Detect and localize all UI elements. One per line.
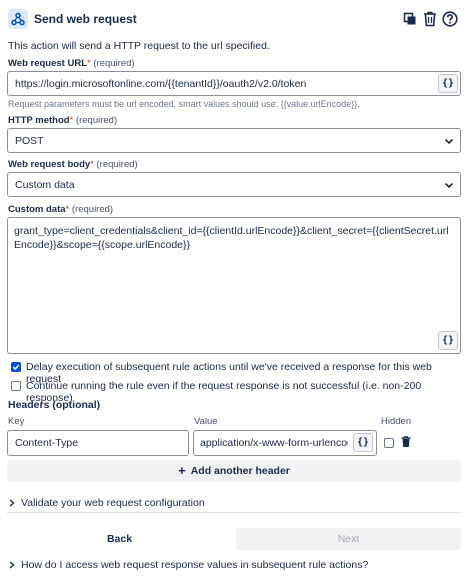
trash-icon[interactable] — [422, 10, 438, 28]
chevron-down-icon — [443, 179, 455, 191]
headers-col-hidden: Hidden — [381, 416, 412, 427]
http-method-select[interactable]: POST — [7, 128, 461, 153]
divider — [7, 512, 461, 513]
help-icon[interactable] — [442, 10, 458, 28]
webhook-logo-icon — [8, 9, 28, 29]
header-value-input[interactable]: application/x-www-form-urlencoded — [193, 430, 377, 456]
validate-configuration-expander[interactable]: Validate your web request configuration — [9, 497, 205, 509]
copy-icon[interactable] — [402, 10, 418, 28]
chevron-down-icon — [443, 135, 455, 147]
header-key-input[interactable]: Content-Type — [7, 430, 189, 456]
custom-data-textarea[interactable]: grant_type=client_credentials&client_id=… — [7, 217, 461, 354]
custom-data-label: Custom data* (required) — [8, 204, 114, 215]
custom-data-smart-value-button[interactable]: {} — [438, 331, 458, 350]
headers-col-key: Key — [8, 416, 25, 427]
add-header-label: Add another header — [190, 465, 290, 477]
back-button[interactable]: Back — [7, 528, 232, 550]
header-smart-value-button[interactable]: {} — [353, 433, 373, 452]
plus-icon: + — [178, 463, 186, 478]
url-input[interactable]: https://login.microsoftonline.com/{{tena… — [7, 71, 461, 96]
chevron-right-icon — [9, 499, 15, 507]
delay-execution-checkbox[interactable] — [11, 362, 21, 372]
continue-running-checkbox[interactable] — [11, 381, 21, 391]
body-field-label: Web request body* (required) — [8, 159, 138, 170]
headers-col-value: Value — [194, 416, 218, 427]
headers-section-title: Headers (optional) — [8, 399, 101, 411]
header-value-value: application/x-www-form-urlencoded — [200, 437, 348, 449]
url-field-label: Web request URL* (required) — [8, 58, 135, 69]
next-button[interactable]: Next — [236, 528, 461, 550]
action-description: This action will send a HTTP request to … — [8, 40, 270, 52]
add-another-header-button[interactable]: + Add another header — [7, 460, 461, 482]
chevron-right-icon — [9, 561, 15, 569]
method-field-label: HTTP method* (required) — [8, 115, 118, 126]
url-field-hint: Request parameters must be url encoded, … — [8, 99, 360, 109]
request-body-value: Custom data — [15, 178, 75, 191]
request-body-select[interactable]: Custom data — [7, 172, 461, 197]
faq-expander[interactable]: How do I access web request response val… — [9, 559, 368, 571]
faq-label: How do I access web request response val… — [21, 559, 369, 571]
trash-icon[interactable] — [401, 436, 411, 448]
validate-label: Validate your web request configuration — [21, 497, 205, 509]
page-title: Send web request — [34, 12, 137, 26]
http-method-value: POST — [15, 134, 44, 147]
url-smart-value-button[interactable]: {} — [438, 74, 458, 93]
custom-data-value: grant_type=client_credentials&client_id=… — [14, 225, 449, 251]
header-key-value: Content-Type — [15, 437, 79, 449]
url-input-value: https://login.microsoftonline.com/{{tena… — [15, 77, 307, 90]
header-hidden-checkbox[interactable] — [384, 438, 394, 448]
